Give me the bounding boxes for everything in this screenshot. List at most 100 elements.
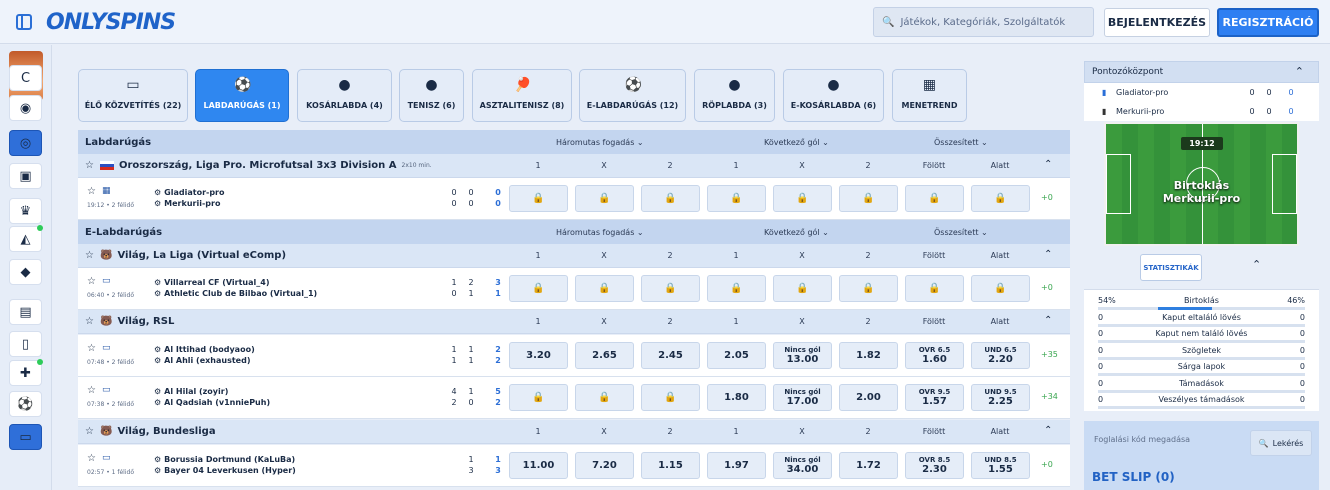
odds-button[interactable]: 2.00 (839, 384, 898, 411)
odds-button[interactable]: 2.05 (707, 342, 766, 369)
tv-icon[interactable]: ▭ (102, 385, 111, 395)
odds-button[interactable]: 1.97 (707, 452, 766, 479)
locked-odds-button[interactable]: 🔒 (509, 275, 568, 302)
locked-odds-button[interactable]: 🔒 (575, 275, 634, 302)
puzzle-icon[interactable]: ✚ (9, 359, 43, 386)
gem-icon[interactable]: ◆ (9, 259, 42, 285)
odds-button[interactable]: 3.20 (509, 342, 568, 369)
market-selector[interactable]: Következő gól ⌄ (764, 228, 829, 237)
odds-button[interactable]: Nincs gól 17.00 (773, 384, 832, 411)
league-header[interactable]: ☆ Oroszország, Liga Pro. Microfutsal 3x3 … (78, 154, 1070, 178)
tv-icon[interactable]: ▭ (102, 276, 111, 286)
chevron-up-icon[interactable]: ⌃ (1044, 249, 1052, 260)
match-row[interactable]: ☆ ▭ 06:40 • 2 félidő ⚙ Villarreal CF (Virtua… (78, 268, 1070, 310)
c-icon[interactable]: C (9, 65, 42, 91)
login-button[interactable]: BEJELENTKEZÉS (1104, 8, 1210, 37)
more-markets-link[interactable]: +35 (1041, 350, 1058, 359)
odds-button[interactable]: 1.15 (641, 452, 700, 479)
odds-button[interactable]: 1.80 (707, 384, 766, 411)
locked-odds-button[interactable]: 🔒 (707, 185, 766, 212)
locked-odds-button[interactable]: 🔒 (641, 275, 700, 302)
odds-button[interactable]: 2.45 (641, 342, 700, 369)
odds-button[interactable]: 2.65 (575, 342, 634, 369)
odds-button[interactable]: 1.72 (839, 452, 898, 479)
league-header[interactable]: ☆ 🐻 Világ, La Liga (Virtual eComp) 1 X 2 1 X 2 Fö… (78, 244, 1070, 268)
pizza-icon[interactable]: ◭ (9, 225, 43, 252)
more-markets-link[interactable]: +0 (1041, 460, 1053, 469)
tab-8[interactable]: ▦ MENETREND (892, 69, 967, 122)
locked-odds-button[interactable]: 🔒 (575, 185, 634, 212)
locked-odds-button[interactable]: 🔒 (839, 185, 898, 212)
odds-button[interactable]: OVR 9.5 1.57 (905, 384, 964, 411)
match-row[interactable]: ☆ ▭ 02:57 • 1 félidő ⚙ Borussia Dortmund (Ka… (78, 445, 1070, 487)
locked-odds-button[interactable]: 🔒 (905, 275, 964, 302)
tv-icon[interactable]: ▭ (9, 424, 42, 450)
odds-button[interactable]: UND 6.5 2.20 (971, 342, 1030, 369)
sidebar-toggle-icon[interactable] (16, 14, 32, 30)
odds-button[interactable]: UND 8.5 1.55 (971, 452, 1030, 479)
star-icon[interactable]: ☆ (87, 186, 96, 197)
locked-odds-button[interactable]: 🔒 (971, 275, 1030, 302)
chevron-up-icon[interactable]: ⌃ (1295, 65, 1304, 78)
locked-odds-button[interactable]: 🔒 (839, 275, 898, 302)
odds-button[interactable]: Nincs gól 13.00 (773, 342, 832, 369)
phone-icon[interactable]: ▯ (9, 331, 42, 357)
odds-button[interactable]: Nincs gól 34.00 (773, 452, 832, 479)
match-row[interactable]: ☆ ▭ 07:48 • 2 félidő ⚙ Al Ittihad (bodyaoo) ⚙… (78, 335, 1070, 377)
tab-7[interactable]: ● E-KOSÁRLABDA (6) (783, 69, 884, 122)
chevron-up-icon[interactable]: ⌃ (1044, 425, 1052, 436)
locked-odds-button[interactable]: 🔒 (575, 384, 634, 411)
egg-icon[interactable]: ◎ (9, 130, 42, 156)
locked-odds-button[interactable]: 🔒 (773, 275, 832, 302)
tab-4[interactable]: 🏓 ASZTALITENISZ (8) (472, 69, 572, 122)
star-icon[interactable]: ☆ (87, 343, 96, 354)
chevron-up-icon[interactable]: ⌃ (1044, 159, 1052, 170)
tab-6[interactable]: ● RÖPLABDA (3) (694, 69, 775, 122)
market-selector[interactable]: Összesített ⌄ (934, 138, 988, 147)
tv-icon[interactable]: ▭ (102, 453, 111, 463)
locked-odds-button[interactable]: 🔒 (707, 275, 766, 302)
more-markets-link[interactable]: +0 (1041, 193, 1053, 202)
star-icon[interactable]: ☆ (85, 426, 94, 437)
odds-button[interactable]: UND 9.5 2.25 (971, 384, 1030, 411)
odds-button[interactable]: OVR 8.5 2.30 (905, 452, 964, 479)
more-markets-link[interactable]: +0 (1041, 283, 1053, 292)
search-input[interactable]: 🔍 Játékok, Kategóriák, Szolgáltatók (873, 7, 1094, 37)
star-icon[interactable]: ☆ (85, 250, 94, 261)
firefox-icon[interactable]: ◉ (9, 95, 42, 121)
trophy-icon[interactable]: ♛ (9, 198, 42, 224)
locked-odds-button[interactable]: 🔒 (641, 185, 700, 212)
locked-odds-button[interactable]: 🔒 (971, 185, 1030, 212)
match-row[interactable]: ☆ ▭ 07:38 • 2 félidő ⚙ Al Hilal (zoyir) ⚙ Al Q… (78, 377, 1070, 419)
league-header[interactable]: ☆ 🐻 Világ, RSL 1 X 2 1 X 2 Fölött Alatt ⌃ (78, 310, 1070, 334)
locked-odds-button[interactable]: 🔒 (509, 185, 568, 212)
locked-odds-button[interactable]: 🔒 (905, 185, 964, 212)
odds-button[interactable]: 1.82 (839, 342, 898, 369)
statistics-button[interactable]: STATISZTIKÁK (1140, 254, 1202, 281)
locked-odds-button[interactable]: 🔒 (773, 185, 832, 212)
tab-1[interactable]: ⚽ LABDARÚGÁS (1) (195, 69, 289, 122)
star-icon[interactable]: ☆ (87, 385, 96, 396)
star-icon[interactable]: ☆ (87, 453, 96, 464)
tab-5[interactable]: ⚽ E-LABDARÚGÁS (12) (579, 69, 686, 122)
market-selector[interactable]: Háromutas fogadás ⌄ (556, 228, 644, 237)
market-selector[interactable]: Következő gól ⌄ (764, 138, 829, 147)
booking-code-input[interactable]: Foglalási kód megadása (1094, 435, 1190, 444)
scorecenter-header[interactable]: Pontozóközpont ⌃ (1084, 61, 1319, 83)
star-icon[interactable]: ☆ (85, 160, 94, 171)
gift-icon[interactable]: ▣ (9, 163, 42, 189)
market-selector[interactable]: Háromutas fogadás ⌄ (556, 138, 644, 147)
match-row[interactable]: ☆ ▦ 19:12 • 2 félidő ⚙ Gladiator-pro ⚙ Merkuri… (78, 178, 1070, 220)
locked-odds-button[interactable]: 🔒 (641, 384, 700, 411)
odds-button[interactable]: 11.00 (509, 452, 568, 479)
more-markets-link[interactable]: +34 (1041, 392, 1058, 401)
tab-2[interactable]: ● KOSÁRLABDA (4) (297, 69, 392, 122)
site-logo[interactable]: ONLYSPINS (46, 10, 176, 35)
chevron-up-icon[interactable]: ⌃ (1044, 315, 1052, 326)
tab-0[interactable]: ▭ ÉLŐ KÖZVETÍTÉS (22) (78, 69, 188, 122)
slot-icon[interactable]: ▤ (9, 299, 42, 325)
league-header[interactable]: ☆ 🐻 Világ, Bundesliga 1 X 2 1 X 2 Fölött Alatt ⌃ (78, 420, 1070, 444)
soccer-icon[interactable]: ⚽ (9, 391, 42, 417)
pitch-icon[interactable]: ▦ (102, 186, 111, 196)
star-icon[interactable]: ☆ (85, 316, 94, 327)
